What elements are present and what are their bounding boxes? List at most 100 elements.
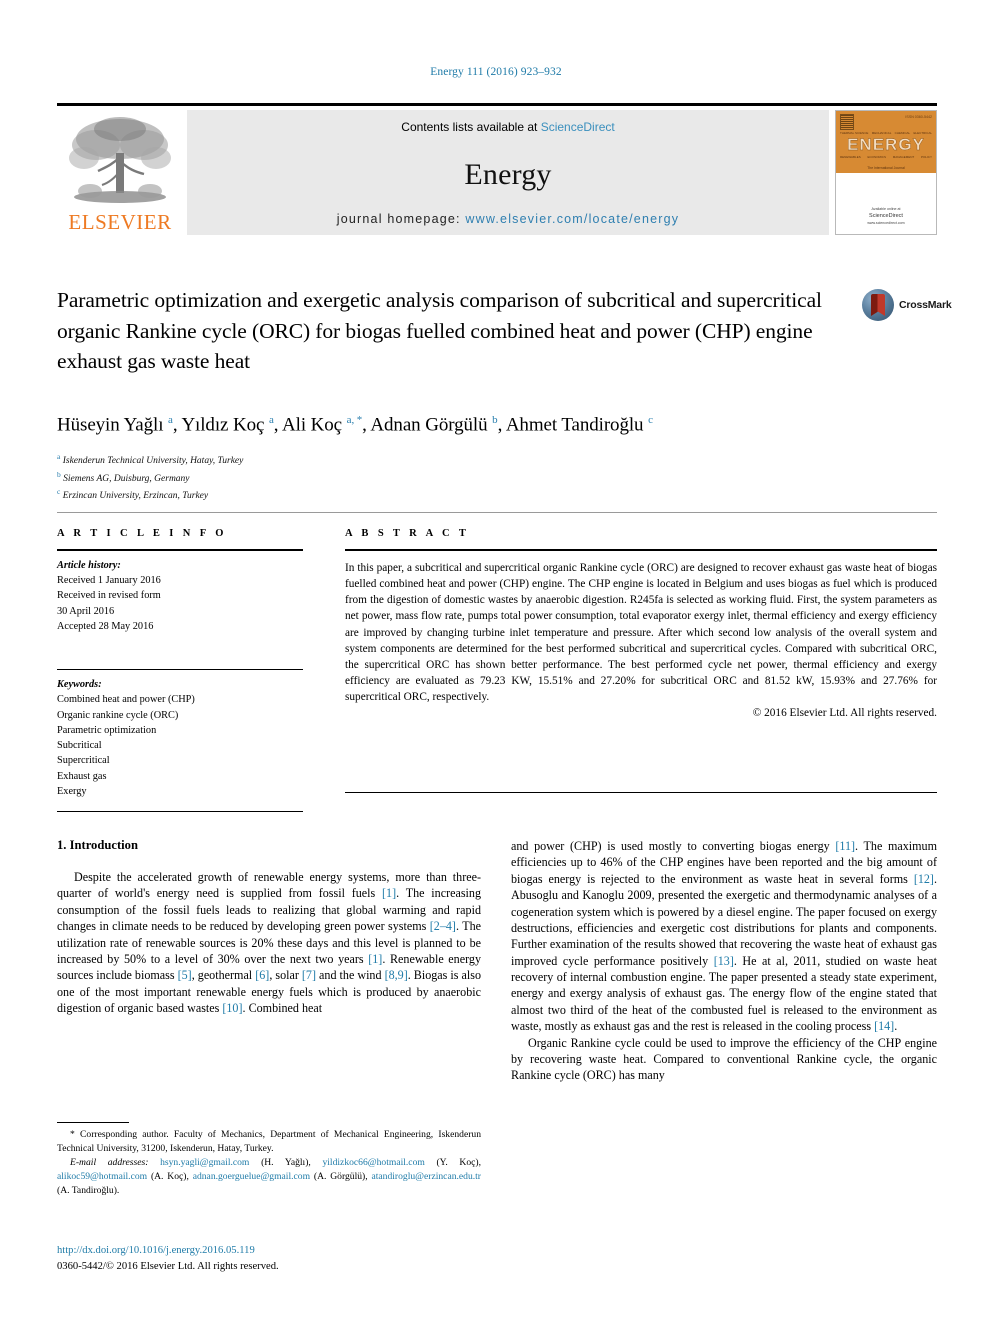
keyword-item: Organic rankine cycle (ORC) <box>57 709 179 721</box>
cover-footer: Available online at ScienceDirect www.sc… <box>836 207 936 226</box>
info-top-rule <box>57 512 937 513</box>
keyword-item: Subcritical <box>57 740 102 752</box>
cover-issue-label: ISSN 0360-5442 <box>905 115 932 119</box>
cover-topic: ECONOMICS <box>867 155 886 159</box>
email-owner: (H. Yağlı) <box>261 1157 309 1169</box>
citation-ref[interactable]: [2–4] <box>430 919 456 933</box>
citation-ref[interactable]: [6] <box>255 968 269 982</box>
email-owner: (Y. Koç) <box>436 1157 479 1169</box>
affiliation-item: b Siemens AG, Duisburg, Germany <box>57 469 190 484</box>
elsevier-logo: ELSEVIER <box>57 110 183 235</box>
article-first-page: Energy 111 (2016) 923–932 ELSEVIER Conte… <box>0 0 992 1323</box>
abstract-rule <box>345 549 937 551</box>
citation-ref[interactable]: [13] <box>714 954 734 968</box>
keywords-bottom-rule <box>57 811 303 813</box>
cover-topic: RENEWABLES <box>840 155 861 159</box>
article-info-heading: A R T I C L E I N F O <box>57 528 227 539</box>
journal-homepage-line: journal homepage: www.elsevier.com/locat… <box>187 212 829 226</box>
article-history-block: Article history: Received 1 January 2016… <box>57 558 303 634</box>
running-head: Energy 111 (2016) 923–932 <box>430 66 562 78</box>
email-owner: (A. Tandiroğlu) <box>57 1185 117 1197</box>
elsevier-tree-icon <box>69 117 171 203</box>
homepage-url-link[interactable]: www.elsevier.com/locate/energy <box>465 212 679 226</box>
citation-ref[interactable]: [1] <box>382 886 396 900</box>
cover-footer-url: www.sciencedirect.com <box>867 220 905 225</box>
citation-ref[interactable]: [7] <box>302 968 316 982</box>
issn-copyright-line: 0360-5442/© 2016 Elsevier Ltd. All right… <box>57 1260 279 1272</box>
email-addresses-note: E-mail addresses: hsyn.yagli@gmail.com (… <box>57 1157 482 1197</box>
keyword-item: Exhaust gas <box>57 770 107 782</box>
cover-elsevier-mark-icon <box>840 114 854 130</box>
banner-center-panel: Contents lists available at ScienceDirec… <box>187 110 829 235</box>
cover-topic: MANAGEMENT <box>892 155 915 159</box>
page-title: Parametric optimization and exergetic an… <box>57 288 822 374</box>
journal-banner: ELSEVIER Contents lists available at Sci… <box>57 103 937 235</box>
history-item: Received 1 January 2016 <box>57 575 161 587</box>
title-block: Parametric optimization and exergetic an… <box>57 285 847 377</box>
footnote-block: * Corresponding author. Faculty of Mecha… <box>57 1128 481 1198</box>
affiliation-item: a Iskenderun Technical University, Hatay… <box>57 452 244 467</box>
abstract-copyright: © 2016 Elsevier Ltd. All rights reserved… <box>752 707 937 720</box>
history-item: Received in revised form <box>57 590 161 602</box>
cover-title: ENERGY <box>847 135 925 154</box>
corresponding-author-note: * Corresponding author. Faculty of Mecha… <box>57 1129 481 1155</box>
citation-ref[interactable]: [10] <box>222 1001 242 1015</box>
email-label: E-mail addresses: <box>70 1157 149 1169</box>
contents-line: Contents lists available at ScienceDirec… <box>187 120 829 134</box>
citation-ref[interactable]: [8,9] <box>385 968 408 982</box>
section-heading-introduction: 1. Introduction <box>57 838 138 852</box>
crossmark-circle-icon <box>862 289 894 321</box>
article-info-column: A R T I C L E I N F O Article history: R… <box>57 528 303 813</box>
crossmark-badge[interactable]: CrossMark <box>862 288 952 322</box>
cover-footer-publisher: ScienceDirect <box>869 213 903 220</box>
cover-topics-row-2: RENEWABLES ECONOMICS MANAGEMENT POLICY <box>840 155 932 159</box>
crossmark-label: CrossMark <box>899 299 952 311</box>
contents-prefix: Contents lists available at <box>401 120 541 134</box>
email-owner: (A. Görgülü) <box>313 1171 366 1183</box>
banner-top-rule <box>57 103 937 106</box>
abstract-bottom-rule <box>345 792 937 793</box>
affiliation-list: a Iskenderun Technical University, Hatay… <box>57 451 657 504</box>
crossmark-book-icon <box>871 294 885 316</box>
elsevier-wordmark: ELSEVIER <box>68 210 172 234</box>
intro-paragraph: Despite the accelerated growth of renewa… <box>57 870 481 1015</box>
citation-ref[interactable]: [5] <box>178 968 192 982</box>
citation-ref[interactable]: [12] <box>914 872 934 886</box>
citation-ref[interactable]: [1] <box>368 952 382 966</box>
keyword-item: Parametric optimization <box>57 724 157 736</box>
history-item: 30 April 2016 <box>57 605 115 617</box>
journal-cover-thumbnail[interactable]: ISSN 0360-5442 THERMAL SCIENCE MECHANICA… <box>835 110 937 235</box>
keywords-block: Keywords: Combined heat and power (CHP) … <box>57 677 303 799</box>
email-link[interactable]: atandiroglu@erzincan.edu.tr <box>371 1171 481 1182</box>
email-link[interactable]: alikoc59@hotmail.com <box>57 1171 147 1182</box>
body-right-column: and power (CHP) is used mostly to conver… <box>511 838 937 1084</box>
keywords-label: Keywords: <box>57 679 102 691</box>
keyword-item: Exergy <box>57 785 87 797</box>
abstract-text: In this paper, a subcritical and supercr… <box>345 562 937 704</box>
keyword-item: Combined heat and power (CHP) <box>57 694 195 706</box>
email-link[interactable]: yildizkoc66@hotmail.com <box>322 1157 424 1168</box>
keywords-top-rule <box>57 669 303 671</box>
sciencedirect-link[interactable]: ScienceDirect <box>541 120 615 134</box>
imprint-block: http://dx.doi.org/10.1016/j.energy.2016.… <box>57 1243 487 1275</box>
intro-paragraph: Organic Rankine cycle could be used to i… <box>511 1035 937 1083</box>
article-history-label: Article history: <box>57 560 121 571</box>
cover-top-band: ISSN 0360-5442 THERMAL SCIENCE MECHANICA… <box>836 111 936 173</box>
footnote-rule <box>57 1122 129 1123</box>
citation-ref[interactable]: [11] <box>835 839 855 853</box>
email-owner: (A. Koç) <box>150 1171 187 1183</box>
intro-paragraph: and power (CHP) is used mostly to conver… <box>511 839 938 1034</box>
body-left-column: 1. Introduction Despite the accelerated … <box>57 838 481 1016</box>
email-link[interactable]: hsyn.yagli@gmail.com <box>160 1157 249 1168</box>
doi-link[interactable]: http://dx.doi.org/10.1016/j.energy.2016.… <box>57 1243 487 1259</box>
citation-ref[interactable]: [14] <box>874 1019 894 1033</box>
abstract-column: A B S T R A C T In this paper, a subcrit… <box>345 528 937 719</box>
affiliation-item: c Erzincan University, Erzincan, Turkey <box>57 487 209 502</box>
email-link[interactable]: adnan.goerguelue@gmail.com <box>193 1171 310 1182</box>
author-list: Hüseyin Yağlı a, Yıldız Koç a, Ali Koç a… <box>57 414 653 436</box>
keyword-item: Supercritical <box>57 755 110 767</box>
homepage-prefix: journal homepage: <box>336 212 466 226</box>
cover-tagline: The International Journal <box>867 166 905 170</box>
history-item: Accepted 28 May 2016 <box>57 620 154 632</box>
article-info-rule <box>57 549 303 551</box>
